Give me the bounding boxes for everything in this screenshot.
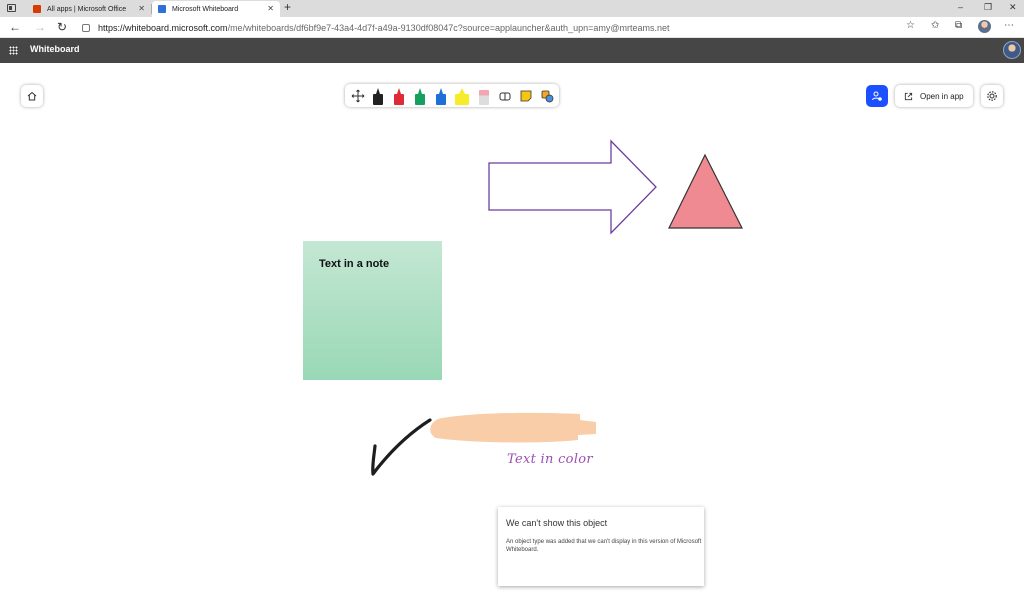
checkmark-ink-stroke[interactable] (371, 418, 432, 476)
unsupported-object-message: An object type was added that we can't d… (506, 539, 702, 553)
highlighter-stroke[interactable] (430, 412, 596, 443)
colored-text-object[interactable]: Text in color (507, 452, 593, 467)
arrow-shape[interactable] (488, 139, 657, 235)
triangle-shape[interactable] (668, 153, 743, 229)
unsupported-object-card[interactable]: We can't show this object An object type… (498, 507, 704, 586)
sticky-note[interactable]: Text in a note (303, 241, 442, 380)
unsupported-object-title: We can't show this object (506, 518, 608, 528)
sticky-note-text[interactable]: Text in a note (319, 258, 389, 270)
